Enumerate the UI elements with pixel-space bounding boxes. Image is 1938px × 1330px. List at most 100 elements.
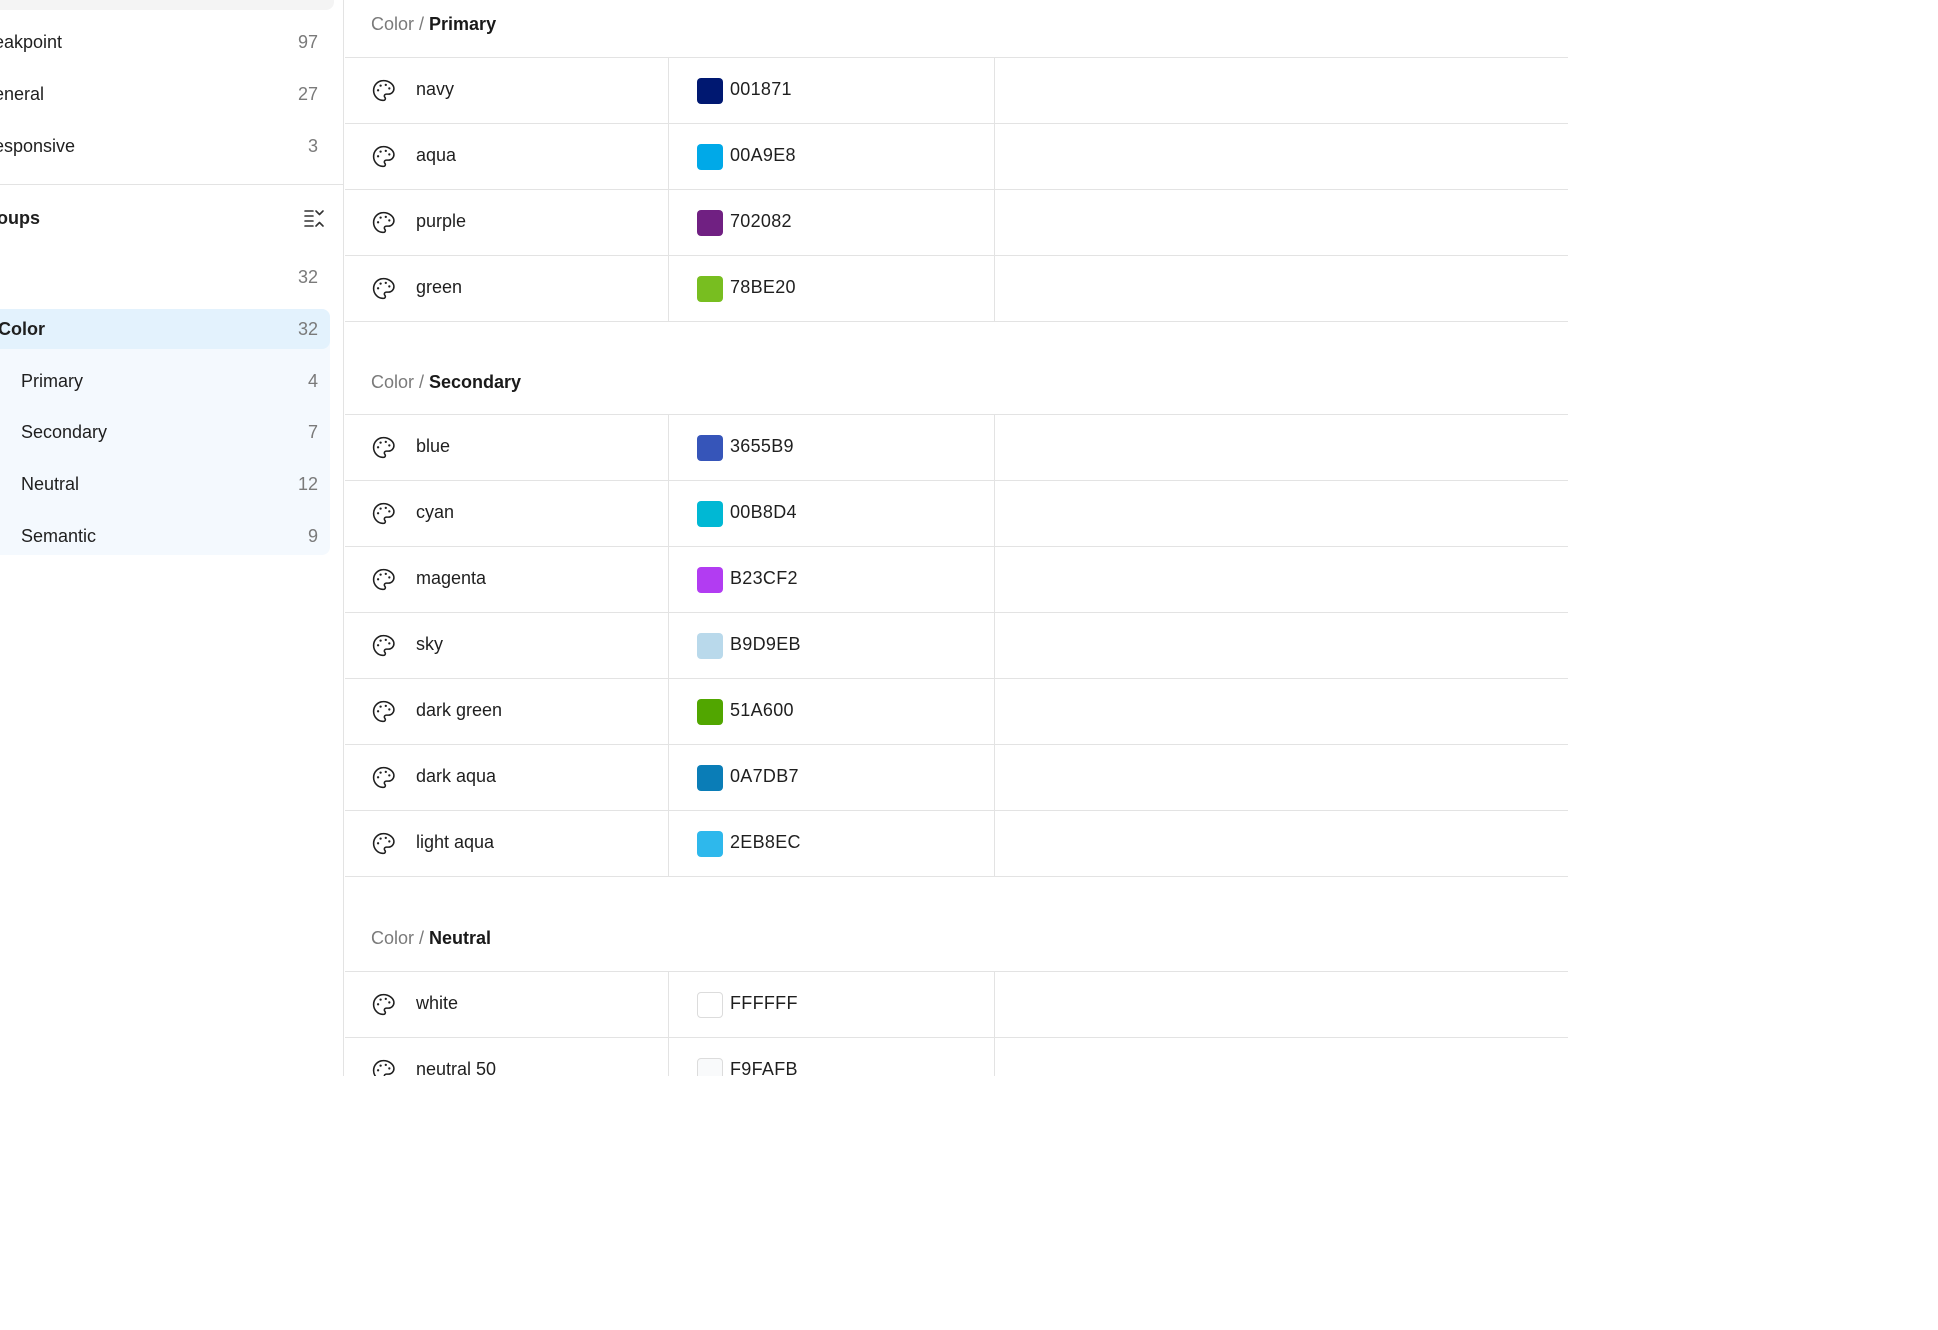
column-divider xyxy=(668,811,669,877)
collapse-all-icon[interactable] xyxy=(303,207,325,229)
color-swatch xyxy=(697,633,723,659)
sidebar-item-label: Neutral xyxy=(21,473,80,494)
token-name: purple xyxy=(416,211,467,231)
token-row-white[interactable]: white FFFFFF xyxy=(345,972,1568,1038)
palette-icon xyxy=(372,993,395,1016)
token-hex-value: B23CF2 xyxy=(730,568,798,588)
token-row-purple[interactable]: purple 702082 xyxy=(345,190,1568,256)
groups-header: roups xyxy=(0,198,343,238)
groups-title: roups xyxy=(0,207,41,228)
color-swatch xyxy=(697,1058,723,1076)
sidebar-item-responsive[interactable]: esponsive 3 xyxy=(0,126,330,166)
token-row-neutral-50[interactable]: neutral 50 F9FAFB xyxy=(345,1038,1568,1076)
palette-icon xyxy=(372,1059,395,1076)
color-swatch xyxy=(697,831,723,857)
palette-icon xyxy=(372,568,395,591)
sidebar-item-primary[interactable]: Primary 4 xyxy=(0,361,330,401)
sidebar-item-secondary[interactable]: Secondary 7 xyxy=(0,412,330,452)
token-row-dark-aqua[interactable]: dark aqua 0A7DB7 xyxy=(345,745,1568,811)
sidebar-item-label: esponsive xyxy=(0,135,76,156)
token-row-cyan[interactable]: cyan 00B8D4 xyxy=(345,481,1568,547)
token-hex-value: B9D9EB xyxy=(730,634,801,654)
column-divider xyxy=(994,745,995,811)
palette-icon xyxy=(372,211,395,234)
token-hex-value: 78BE20 xyxy=(730,277,796,297)
column-divider xyxy=(668,1038,669,1076)
sidebar-divider xyxy=(0,184,343,185)
token-row-blue[interactable]: blue 3655B9 xyxy=(345,415,1568,481)
token-hex-value: 0A7DB7 xyxy=(730,766,799,786)
section-title-secondary: Color / Secondary xyxy=(371,370,521,394)
token-name: sky xyxy=(416,634,443,654)
palette-icon xyxy=(372,277,395,300)
column-divider xyxy=(994,613,995,679)
column-divider xyxy=(668,481,669,547)
token-name: dark green xyxy=(416,700,503,720)
color-swatch xyxy=(697,501,723,527)
column-divider xyxy=(668,124,669,190)
section-name: Primary xyxy=(429,14,497,34)
token-name: navy xyxy=(416,79,455,99)
palette-icon xyxy=(372,700,395,723)
token-row-magenta[interactable]: magenta B23CF2 xyxy=(345,547,1568,613)
column-divider xyxy=(668,972,669,1038)
sidebar-item-count: 97 xyxy=(297,31,318,52)
token-row-navy[interactable]: navy 001871 xyxy=(345,58,1568,124)
column-divider xyxy=(994,481,995,547)
column-divider xyxy=(994,547,995,613)
sidebar-item-label: Secondary xyxy=(21,421,108,442)
sidebar: eakpoint 97 eneral 27 esponsive 3 roups … xyxy=(0,0,344,1076)
sidebar-group-all[interactable]: l 32 xyxy=(0,257,330,297)
palette-icon xyxy=(372,634,395,657)
sidebar-item-general[interactable]: eneral 27 xyxy=(0,74,330,114)
sidebar-item-neutral[interactable]: Neutral 12 xyxy=(0,464,330,504)
color-swatch xyxy=(697,276,723,302)
token-row-light-aqua[interactable]: light aqua 2EB8EC xyxy=(345,811,1568,877)
column-divider xyxy=(994,58,995,124)
column-divider xyxy=(668,547,669,613)
sidebar-item-label: eneral xyxy=(0,83,45,104)
color-swatch xyxy=(697,144,723,170)
token-name: blue xyxy=(416,436,451,456)
search-field[interactable] xyxy=(0,0,334,10)
sidebar-item-count: 32 xyxy=(297,318,318,339)
color-swatch xyxy=(697,210,723,236)
sidebar-item-semantic[interactable]: Semantic 9 xyxy=(0,516,330,556)
sidebar-item-count: 7 xyxy=(307,421,318,442)
token-row-sky[interactable]: sky B9D9EB xyxy=(345,613,1568,679)
token-hex-value: FFFFFF xyxy=(730,993,798,1013)
palette-icon xyxy=(372,766,395,789)
column-divider xyxy=(994,124,995,190)
token-name: dark aqua xyxy=(416,766,497,786)
token-row-dark-green[interactable]: dark green 51A600 xyxy=(345,679,1568,745)
column-divider xyxy=(668,58,669,124)
token-row-aqua[interactable]: aqua 00A9E8 xyxy=(345,124,1568,190)
section-separator: / xyxy=(419,372,425,392)
sidebar-item-breakpoint[interactable]: eakpoint 97 xyxy=(0,22,330,62)
sidebar-item-count: 12 xyxy=(297,473,318,494)
column-divider xyxy=(994,972,995,1038)
column-divider xyxy=(668,415,669,481)
sidebar-item-label: Primary xyxy=(21,370,83,391)
palette-icon xyxy=(372,145,395,168)
token-name: light aqua xyxy=(416,832,495,852)
token-name: neutral 50 xyxy=(416,1059,497,1076)
column-divider xyxy=(668,190,669,256)
section-crumb: Color xyxy=(371,928,415,948)
color-swatch xyxy=(697,435,723,461)
palette-icon xyxy=(372,79,395,102)
sidebar-group-color[interactable]: Color 32 xyxy=(0,309,330,349)
section-separator: / xyxy=(419,14,425,34)
column-divider xyxy=(668,613,669,679)
column-divider xyxy=(668,256,669,322)
section-title-primary: Color / Primary xyxy=(371,12,496,36)
token-list: Color/Primary navy 001871 aqua 00A9E8 xyxy=(345,0,1568,1076)
token-name: green xyxy=(416,277,463,297)
sidebar-item-count: 3 xyxy=(307,135,318,156)
section-title-neutral: Color / Neutral xyxy=(371,926,491,950)
palette-icon xyxy=(372,832,395,855)
column-divider xyxy=(994,256,995,322)
token-row-green[interactable]: green 78BE20 xyxy=(345,256,1568,322)
token-hex-value: 51A600 xyxy=(730,700,794,720)
column-divider xyxy=(994,190,995,256)
